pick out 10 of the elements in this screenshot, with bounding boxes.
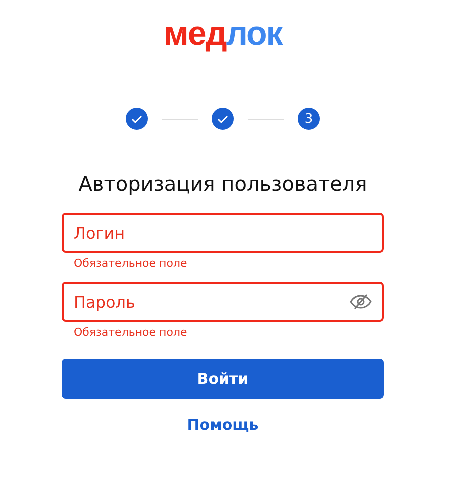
logo: медлок [162, 14, 284, 54]
help-link[interactable]: Помощь [187, 416, 259, 434]
error-message: Обязательное поле [74, 326, 188, 339]
login-field[interactable]: Логин [62, 213, 384, 253]
password-field[interactable]: Пароль [62, 282, 384, 322]
error-message: Обязательное поле [74, 257, 188, 270]
step-number: 3 [298, 108, 320, 130]
page-title: Авторизация пользователя [78, 172, 368, 196]
login-button[interactable]: Войти [62, 359, 384, 399]
eye-off-icon[interactable] [350, 294, 372, 310]
